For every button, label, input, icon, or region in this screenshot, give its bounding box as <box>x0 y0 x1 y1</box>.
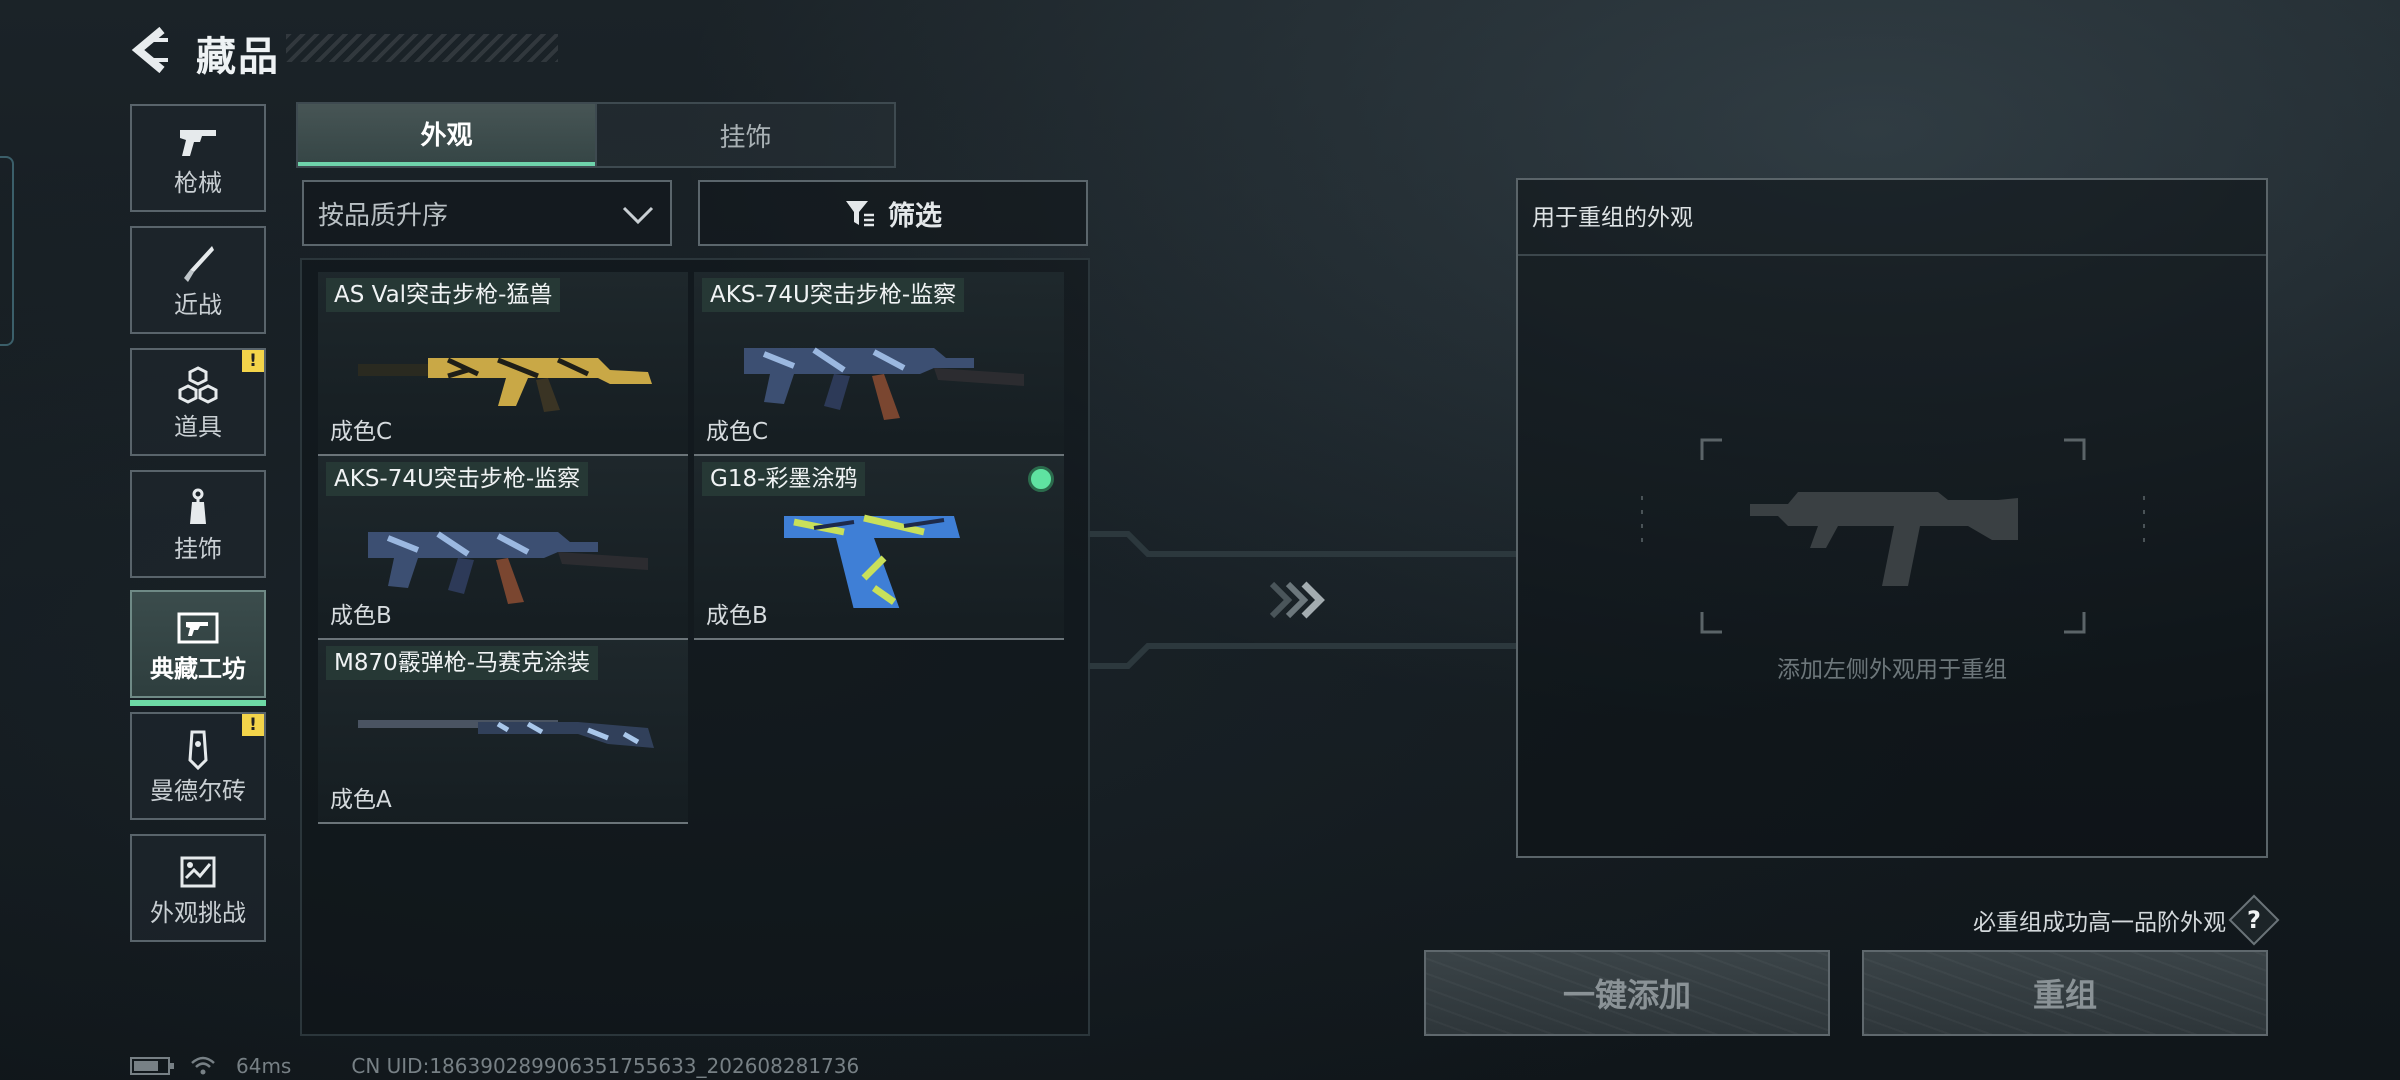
recombine-button[interactable]: 重组 <box>1862 950 2268 1036</box>
rifle-placeholder-icon[interactable] <box>1638 436 2148 636</box>
sidebar-item-charms[interactable]: 挂饰 <box>130 470 266 578</box>
title-decoration <box>286 34 558 62</box>
workshop-icon <box>177 612 219 644</box>
success-note-text: 必重组成功高一品阶外观 <box>1973 910 2226 936</box>
skin-quality: 成色C <box>706 419 769 445</box>
shotgun-mosaic-icon <box>358 720 654 748</box>
rifle-gold-camo-icon <box>358 357 652 412</box>
sidebar-item-guns[interactable]: 枪械 <box>130 104 266 212</box>
skin-name: AKS-74U突击步枪-监察 <box>326 462 589 496</box>
sidebar-item-label: 道具 <box>174 413 222 441</box>
filter-button[interactable]: 筛选 <box>698 180 1088 246</box>
wifi-icon <box>191 1056 215 1075</box>
alert-badge: ! <box>242 350 264 372</box>
skin-card[interactable]: AS Val突击步枪-猛兽 成色C <box>318 272 688 456</box>
sidebar-item-melee[interactable]: 近战 <box>130 226 266 334</box>
skin-quality: 成色B <box>330 603 392 629</box>
filter-icon <box>846 201 874 227</box>
chevron-down-icon <box>622 206 654 225</box>
brick-icon <box>188 730 208 770</box>
skin-card[interactable]: M870霰弹枪-马赛克涂装 成色A <box>318 640 688 824</box>
selected-indicator <box>1028 466 1054 492</box>
sidebar-item-label: 挂饰 <box>174 535 222 563</box>
divider <box>1518 254 2266 256</box>
pistol-graffiti-icon <box>784 514 960 608</box>
tab-charms[interactable]: 挂饰 <box>595 104 894 166</box>
skin-name: G18-彩墨涂鸦 <box>702 462 866 496</box>
rifle-blue-camo-icon <box>744 347 1024 420</box>
skin-card[interactable]: AKS-74U突击步枪-监察 成色B <box>318 456 688 640</box>
ping-text: 64ms <box>236 1054 292 1078</box>
skin-grid: AS Val突击步枪-猛兽 成色C AKS-74U突击步枪-监察 成色C AKS… <box>300 258 1090 1036</box>
left-edge-handle[interactable] <box>0 156 14 346</box>
category-tabs: 外观 挂饰 <box>296 102 896 168</box>
skin-quality: 成色A <box>330 787 392 813</box>
sort-value: 按品质升序 <box>318 200 449 231</box>
pistol-icon <box>180 130 216 156</box>
skin-card-selected[interactable]: G18-彩墨涂鸦 成色B <box>694 456 1064 640</box>
sidebar-item-skin-challenge[interactable]: 外观挑战 <box>130 834 266 942</box>
cubes-icon <box>178 366 218 404</box>
help-icon[interactable]: ? <box>2228 894 2280 946</box>
skin-quality: 成色C <box>330 419 393 445</box>
uid-text: CN UID:186390289906351755633_20260828173… <box>351 1054 860 1078</box>
add-all-button[interactable]: 一键添加 <box>1424 950 1830 1036</box>
skin-name: M870霰弹枪-马赛克涂装 <box>326 646 599 680</box>
success-note: 必重组成功高一品阶外观 ? <box>1973 894 2280 946</box>
filter-label: 筛选 <box>888 200 942 232</box>
charm-icon <box>190 488 206 524</box>
connector-arrows-icon <box>1088 531 1518 669</box>
alert-badge: ! <box>242 714 264 736</box>
skin-name: AS Val突击步枪-猛兽 <box>326 278 561 312</box>
tab-appearance[interactable]: 外观 <box>298 104 595 166</box>
sidebar-item-label: 枪械 <box>174 169 222 197</box>
knife-icon <box>184 246 214 282</box>
sidebar-item-props[interactable]: ! 道具 <box>130 348 266 456</box>
back-icon[interactable] <box>128 26 172 74</box>
sidebar-item-label: 典藏工坊 <box>150 655 246 683</box>
page-title: 藏品 <box>196 34 280 80</box>
status-bar: 64ms CN UID:186390289906351755633_202608… <box>130 1054 859 1078</box>
sidebar-item-workshop[interactable]: 典藏工坊 <box>130 590 266 706</box>
sort-dropdown[interactable]: 按品质升序 <box>302 180 672 246</box>
skin-quality: 成色B <box>706 603 768 629</box>
sidebar-item-label: 外观挑战 <box>150 899 246 927</box>
skin-name: AKS-74U突击步枪-监察 <box>702 278 965 312</box>
recombine-title: 用于重组的外观 <box>1532 205 1693 231</box>
skin-card[interactable]: AKS-74U突击步枪-监察 成色C <box>694 272 1064 456</box>
rifle-blue-camo-icon <box>368 531 648 604</box>
challenge-icon <box>180 856 216 888</box>
sidebar-item-mandel-brick[interactable]: ! 曼德尔砖 <box>130 712 266 820</box>
recombine-panel: 用于重组的外观 添加左侧外观用于重组 <box>1516 178 2268 858</box>
sidebar-item-label: 近战 <box>174 291 222 319</box>
sidebar-item-label: 曼德尔砖 <box>150 777 246 805</box>
battery-icon <box>130 1057 174 1075</box>
recombine-hint: 添加左侧外观用于重组 <box>1777 657 2007 683</box>
